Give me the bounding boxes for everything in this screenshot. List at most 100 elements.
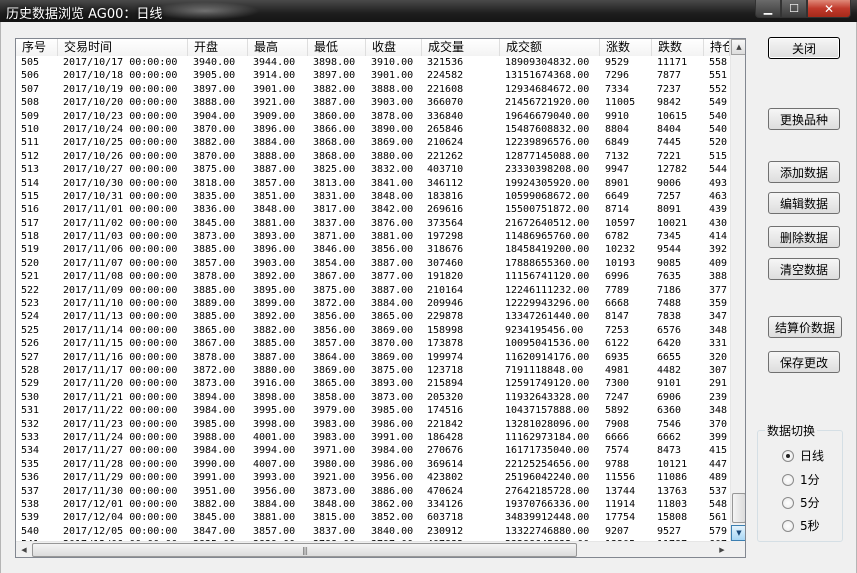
table-row[interactable]: 508 2017/10/20 00:00:00 3888.00 3921.00 3887… xyxy=(16,96,730,109)
table-row[interactable]: 531 2017/11/22 00:00:00 3984.00 3995.00 3979… xyxy=(16,404,730,417)
table-row[interactable]: 533 2017/11/24 00:00:00 3988.00 4001.00 3983… xyxy=(16,431,730,444)
radio-option[interactable]: 5分 xyxy=(782,494,820,511)
table-row[interactable]: 525 2017/11/14 00:00:00 3865.00 3882.00 3856… xyxy=(16,324,730,337)
table-cell: 7635 xyxy=(657,271,682,283)
table-cell: 6122 xyxy=(605,338,630,350)
column-header[interactable]: 收盘 xyxy=(366,39,422,56)
vertical-scrollbar[interactable]: ▲ ▼ xyxy=(730,39,745,541)
table-row[interactable]: 521 2017/11/08 00:00:00 3878.00 3892.00 3867… xyxy=(16,270,730,283)
table-row[interactable]: 509 2017/10/23 00:00:00 3904.00 3909.00 3860… xyxy=(16,110,730,123)
clear-data-button[interactable]: 清空数据 xyxy=(768,258,840,280)
close-icon: ✕ xyxy=(823,1,835,16)
table-row[interactable]: 535 2017/11/28 00:00:00 3990.00 4007.00 3980… xyxy=(16,458,730,471)
scroll-down-button[interactable]: ▼ xyxy=(731,525,745,541)
table-cell: 3870.00 xyxy=(193,150,236,162)
table-row[interactable]: 527 2017/11/16 00:00:00 3878.00 3887.00 3864… xyxy=(16,351,730,364)
radio-button[interactable] xyxy=(782,449,794,462)
radio-button[interactable] xyxy=(782,473,794,486)
table-row[interactable]: 523 2017/11/10 00:00:00 3889.00 3899.00 3872… xyxy=(16,297,730,310)
table-row[interactable]: 529 2017/11/20 00:00:00 3873.00 3916.00 3865… xyxy=(16,377,730,390)
table-cell: 3882.00 xyxy=(253,324,296,336)
window-title: 历史数据浏览 AG00：日线 xyxy=(6,7,163,22)
table-cell: 9910 xyxy=(605,110,630,122)
radio-option[interactable]: 5秒 xyxy=(782,517,820,534)
column-header[interactable]: 开盘 xyxy=(188,39,248,56)
scroll-left-button[interactable]: ◀ xyxy=(16,542,32,557)
table-cell: 7237 xyxy=(657,83,682,95)
table-row[interactable]: 507 2017/10/19 00:00:00 3897.00 3901.00 3882… xyxy=(16,83,730,96)
table-row[interactable]: 514 2017/10/30 00:00:00 3818.00 3857.00 3813… xyxy=(16,177,730,190)
table-cell: 3898.00 xyxy=(253,391,296,403)
maximize-button[interactable]: ☐ xyxy=(781,0,807,18)
add-data-button[interactable]: 添加数据 xyxy=(768,161,840,183)
change-symbol-button[interactable]: 更换品种 xyxy=(768,108,840,130)
table-row[interactable]: 524 2017/11/13 00:00:00 3885.00 3892.00 3856… xyxy=(16,310,730,323)
table-row[interactable]: 532 2017/11/23 00:00:00 3985.00 3998.00 3983… xyxy=(16,418,730,431)
column-header[interactable]: 最高 xyxy=(248,39,308,56)
edit-data-button[interactable]: 编辑数据 xyxy=(768,192,840,214)
scroll-up-button[interactable]: ▲ xyxy=(731,39,745,55)
column-header[interactable]: 交易时间 xyxy=(58,39,188,56)
minimize-button[interactable]: ▁ xyxy=(755,0,781,18)
table-row[interactable]: 512 2017/10/26 00:00:00 3870.00 3888.00 3868… xyxy=(16,150,730,163)
column-header[interactable]: 跌数 xyxy=(652,39,704,56)
scroll-right-button[interactable]: ▶ xyxy=(714,542,730,557)
horizontal-scroll-thumb[interactable]: ||| xyxy=(32,543,577,557)
table-cell: 3893.00 xyxy=(253,231,296,243)
column-header[interactable]: 持仓 xyxy=(704,39,730,56)
table-cell: 7296 xyxy=(605,70,630,82)
table-row[interactable]: 519 2017/11/06 00:00:00 3885.00 3896.00 3846… xyxy=(16,243,730,256)
vertical-scroll-thumb[interactable] xyxy=(732,493,745,523)
table-row[interactable]: 510 2017/10/24 00:00:00 3870.00 3896.00 3866… xyxy=(16,123,730,136)
table-row[interactable]: 513 2017/10/27 00:00:00 3875.00 3887.00 3825… xyxy=(16,163,730,176)
table-cell: 6849 xyxy=(605,137,630,149)
table-row[interactable]: 526 2017/11/15 00:00:00 3867.00 3885.00 3857… xyxy=(16,337,730,350)
title-bar[interactable]: 历史数据浏览 AG00：日线 ▁ ☐ ✕ xyxy=(0,0,857,22)
radio-option[interactable]: 1分 xyxy=(782,471,820,488)
table-cell: 3944.00 xyxy=(253,57,296,68)
table-row[interactable]: 538 2017/12/01 00:00:00 3882.00 3884.00 3848… xyxy=(16,498,730,511)
table-row[interactable]: 522 2017/11/09 00:00:00 3885.00 3895.00 3875… xyxy=(16,284,730,297)
table-cell: 265846 xyxy=(427,123,464,135)
table-cell: 3885.00 xyxy=(193,311,236,323)
close-button[interactable]: 关闭 xyxy=(768,37,840,59)
history-data-table[interactable]: 序号交易时间开盘最高最低收盘成交量成交额涨数跌数持仓 505 2017/10/17… xyxy=(15,38,746,558)
table-cell: 13151674368.00 xyxy=(505,70,590,82)
table-row[interactable]: 540 2017/12/05 00:00:00 3847.00 3857.00 3837… xyxy=(16,525,730,538)
table-row[interactable]: 539 2017/12/04 00:00:00 3845.00 3881.00 3815… xyxy=(16,511,730,524)
table-row[interactable]: 536 2017/11/29 00:00:00 3991.00 3993.00 3921… xyxy=(16,471,730,484)
table-cell: 3878.00 xyxy=(193,271,236,283)
column-header[interactable]: 涨数 xyxy=(600,39,652,56)
column-header[interactable]: 成交量 xyxy=(422,39,500,56)
table-row[interactable]: 537 2017/11/30 00:00:00 3951.00 3956.00 3873… xyxy=(16,485,730,498)
column-header[interactable]: 成交额 xyxy=(500,39,600,56)
table-row[interactable]: 517 2017/11/02 00:00:00 3845.00 3881.00 3837… xyxy=(16,217,730,230)
table-row[interactable]: 511 2017/10/25 00:00:00 3882.00 3884.00 3868… xyxy=(16,136,730,149)
horizontal-scrollbar[interactable]: ◀ ||| ▶ xyxy=(16,541,730,557)
table-row[interactable]: 515 2017/10/31 00:00:00 3835.00 3851.00 3831… xyxy=(16,190,730,203)
settlement-data-button[interactable]: 结算价数据 xyxy=(768,316,842,338)
table-cell: 3867.00 xyxy=(313,271,356,283)
table-cell: 174516 xyxy=(427,405,464,417)
column-header[interactable]: 序号 xyxy=(16,39,58,56)
table-cell: 321536 xyxy=(427,57,464,68)
table-row[interactable]: 530 2017/11/21 00:00:00 3894.00 3898.00 3858… xyxy=(16,391,730,404)
table-row[interactable]: 506 2017/10/18 00:00:00 3905.00 3914.00 3897… xyxy=(16,69,730,82)
table-row[interactable]: 518 2017/11/03 00:00:00 3873.00 3893.00 3871… xyxy=(16,230,730,243)
close-window-button[interactable]: ✕ xyxy=(807,0,851,18)
column-header[interactable]: 最低 xyxy=(308,39,366,56)
radio-button[interactable] xyxy=(782,519,794,532)
delete-data-button[interactable]: 删除数据 xyxy=(768,226,840,248)
table-row[interactable]: 534 2017/11/27 00:00:00 3984.00 3994.00 3971… xyxy=(16,444,730,457)
table-cell: 3971.00 xyxy=(313,445,356,457)
table-row[interactable]: 528 2017/11/17 00:00:00 3872.00 3880.00 3869… xyxy=(16,364,730,377)
table-row[interactable]: 520 2017/11/07 00:00:00 3857.00 3903.00 3854… xyxy=(16,257,730,270)
table-cell: 11620914176.00 xyxy=(505,351,590,363)
save-changes-button[interactable]: 保存更改 xyxy=(768,351,840,373)
radio-option[interactable]: 日线 xyxy=(782,447,824,464)
table-cell: 3867.00 xyxy=(193,338,236,350)
radio-button[interactable] xyxy=(782,496,794,509)
table-cell: 528 xyxy=(21,364,40,376)
table-row[interactable]: 505 2017/10/17 00:00:00 3940.00 3944.00 3898… xyxy=(16,56,730,69)
table-row[interactable]: 516 2017/11/01 00:00:00 3836.00 3848.00 3817… xyxy=(16,203,730,216)
